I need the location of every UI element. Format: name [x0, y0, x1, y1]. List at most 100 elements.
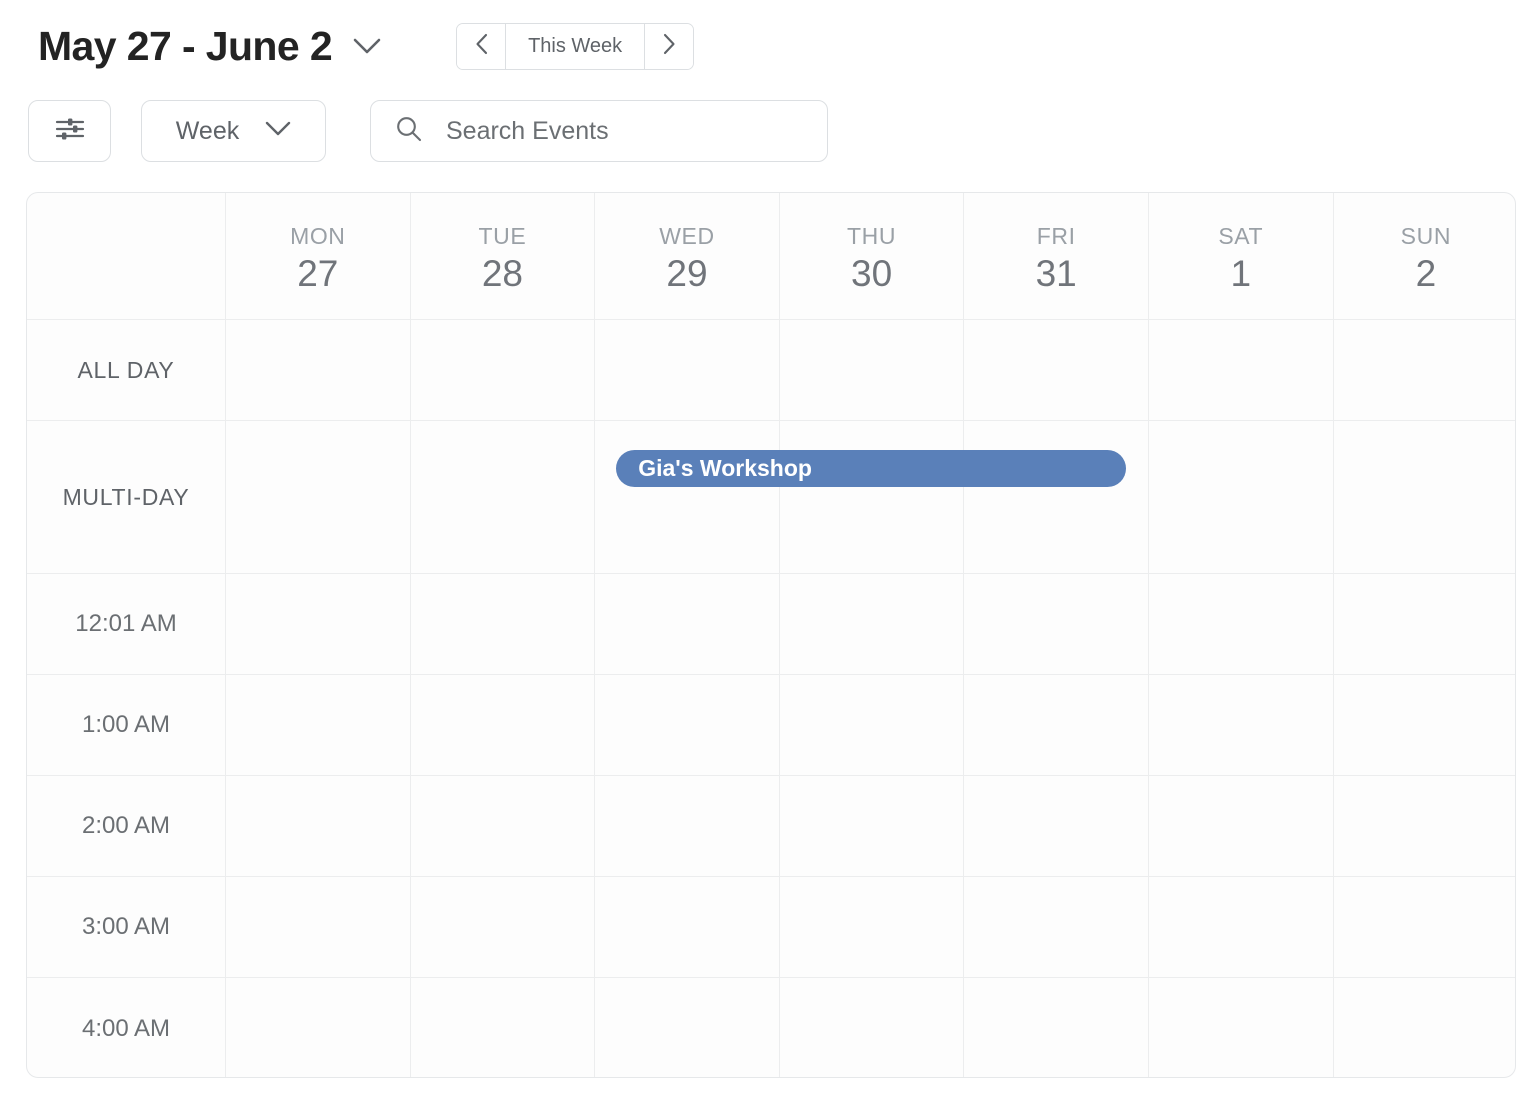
all-day-cell-fri[interactable] [964, 320, 1149, 420]
day-of-week-label: MON [290, 223, 346, 250]
slot-wed[interactable] [595, 978, 780, 1077]
slot-fri[interactable] [964, 574, 1149, 674]
chevron-down-icon [265, 121, 291, 142]
multi-day-cell-tue[interactable] [411, 421, 596, 573]
day-header-mon[interactable]: MON 27 [226, 193, 411, 319]
all-day-cell-tue[interactable] [411, 320, 596, 420]
multi-day-label: MULTI-DAY [62, 483, 190, 510]
slot-tue[interactable] [411, 978, 596, 1077]
slot-wed[interactable] [595, 877, 780, 977]
day-of-month-label: 31 [1035, 253, 1077, 295]
slot-tue[interactable] [411, 776, 596, 876]
day-of-month-label: 28 [481, 253, 523, 295]
day-header-tue[interactable]: TUE 28 [411, 193, 596, 319]
slot-wed[interactable] [595, 574, 780, 674]
this-week-button[interactable]: This Week [506, 24, 644, 69]
event-title: Gia's Workshop [638, 455, 812, 481]
multi-day-cell-thu[interactable] [780, 421, 965, 573]
day-header-sun[interactable]: SUN 2 [1334, 193, 1515, 319]
all-day-cell-sun[interactable] [1334, 320, 1515, 420]
filter-button[interactable] [28, 100, 111, 162]
all-day-cell-wed[interactable] [595, 320, 780, 420]
time-label-cell: 3:00 AM [27, 877, 226, 977]
slot-tue[interactable] [411, 675, 596, 775]
all-day-cell-mon[interactable] [226, 320, 411, 420]
multi-day-event-pill[interactable]: Gia's Workshop [616, 450, 1126, 487]
slot-fri[interactable] [964, 877, 1149, 977]
multi-day-cell-fri[interactable] [964, 421, 1149, 573]
week-navigation-group: This Week [456, 22, 695, 70]
day-of-week-label: FRI [1036, 223, 1076, 250]
slot-sun[interactable] [1334, 978, 1515, 1077]
time-label: 2:00 AM [81, 812, 171, 839]
slot-sat[interactable] [1149, 574, 1334, 674]
all-day-cell-thu[interactable] [780, 320, 965, 420]
slot-sat[interactable] [1149, 675, 1334, 775]
view-select[interactable]: Week [141, 100, 326, 162]
slot-fri[interactable] [964, 978, 1149, 1077]
time-row-100am: 1:00 AM [27, 675, 1515, 776]
day-of-week-label: SUN [1400, 223, 1452, 250]
day-of-week-label: TUE [478, 223, 527, 250]
slot-sun[interactable] [1334, 877, 1515, 977]
slot-thu[interactable] [780, 574, 965, 674]
toolbar-title-row: May 27 - June 2 This Week [0, 0, 1540, 92]
day-header-fri[interactable]: FRI 31 [964, 193, 1149, 319]
slot-sat[interactable] [1149, 978, 1334, 1077]
slot-wed[interactable] [595, 675, 780, 775]
slot-thu[interactable] [780, 776, 965, 876]
slot-sun[interactable] [1334, 776, 1515, 876]
calendar-toolbar: May 27 - June 2 This Week Week Search Ev… [0, 0, 1540, 170]
search-icon [395, 115, 422, 147]
day-header-sat[interactable]: SAT 1 [1149, 193, 1334, 319]
multi-day-cell-sun[interactable] [1334, 421, 1515, 573]
search-box[interactable] [370, 100, 828, 162]
multi-day-cell-mon[interactable] [226, 421, 411, 573]
all-day-row: ALL DAY [27, 320, 1515, 421]
slot-sun[interactable] [1334, 574, 1515, 674]
chevron-down-icon[interactable] [350, 29, 384, 63]
multi-day-row-label-cell: MULTI-DAY [27, 421, 226, 573]
slot-fri[interactable] [964, 675, 1149, 775]
search-input[interactable] [444, 101, 814, 161]
slot-mon[interactable] [226, 574, 411, 674]
slot-mon[interactable] [226, 675, 411, 775]
day-of-week-label: WED [659, 223, 715, 250]
day-of-month-label: 1 [1230, 253, 1252, 295]
time-label: 4:00 AM [81, 1014, 171, 1042]
day-header-wed[interactable]: WED 29 [595, 193, 780, 319]
multi-day-row: MULTI-DAY Gia's Workshop [27, 421, 1515, 574]
next-week-button[interactable] [644, 23, 694, 69]
chevron-left-icon [475, 33, 488, 60]
slot-sun[interactable] [1334, 675, 1515, 775]
slot-thu[interactable] [780, 675, 965, 775]
multi-day-cell-wed[interactable] [595, 421, 780, 573]
view-select-value: Week [175, 116, 240, 145]
slot-mon[interactable] [226, 877, 411, 977]
day-of-month-label: 2 [1415, 253, 1437, 295]
prev-week-button[interactable] [457, 23, 507, 69]
slot-thu[interactable] [780, 978, 965, 1077]
slot-tue[interactable] [411, 877, 596, 977]
slot-mon[interactable] [226, 978, 411, 1077]
slot-thu[interactable] [780, 877, 965, 977]
day-of-week-label: THU [847, 223, 897, 250]
time-label-cell: 12:01 AM [27, 574, 226, 674]
slot-sat[interactable] [1149, 776, 1334, 876]
slot-tue[interactable] [411, 574, 596, 674]
day-header-thu[interactable]: THU 30 [780, 193, 965, 319]
slot-sat[interactable] [1149, 877, 1334, 977]
toolbar-controls-row: Week [0, 92, 1540, 170]
time-label-cell: 1:00 AM [27, 675, 226, 775]
slot-fri[interactable] [964, 776, 1149, 876]
slot-mon[interactable] [226, 776, 411, 876]
slot-wed[interactable] [595, 776, 780, 876]
all-day-cell-sat[interactable] [1149, 320, 1334, 420]
day-of-month-label: 27 [297, 253, 339, 295]
day-of-month-label: 30 [851, 253, 893, 295]
time-row-200am: 2:00 AM [27, 776, 1515, 877]
time-label: 12:01 AM [75, 610, 177, 637]
multi-day-cell-sat[interactable] [1149, 421, 1334, 573]
time-label-cell: 2:00 AM [27, 776, 226, 876]
time-label: 3:00 AM [81, 913, 171, 940]
